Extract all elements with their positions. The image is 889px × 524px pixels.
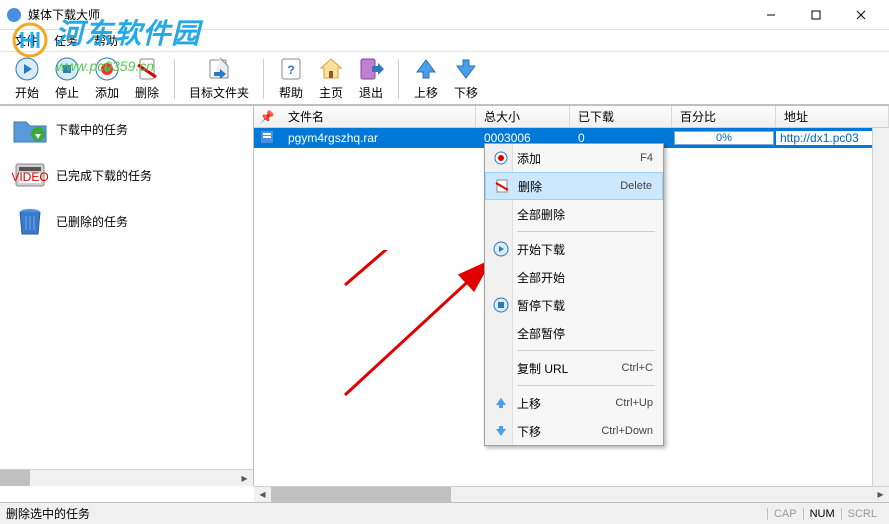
status-text: 删除选中的任务 [6, 505, 90, 522]
titlebar: 媒体下载大师 [0, 0, 889, 30]
stop-icon [489, 295, 513, 315]
cm-start-all[interactable]: 全部开始 [485, 263, 663, 291]
up-icon [489, 393, 513, 413]
cm-delete[interactable]: 删除 Delete [485, 172, 663, 200]
col-percent[interactable]: 百分比 [672, 106, 776, 127]
status-num: NUM [803, 508, 841, 520]
content-scrollbar[interactable]: ◂ ▸ [254, 486, 889, 503]
down-icon [489, 421, 513, 441]
sidebar-scrollbar[interactable]: ▸ [0, 469, 253, 486]
cell-percent: 0% [672, 131, 776, 145]
close-button[interactable] [838, 0, 883, 30]
sidebar-item-completed[interactable]: VIDEO 已完成下载的任务 [0, 152, 253, 198]
cm-add[interactable]: 添加 F4 [485, 144, 663, 172]
window-title: 媒体下载大师 [28, 6, 748, 23]
menubar: 文件 任务 帮助 [0, 30, 889, 52]
sidebar-item-label: 已完成下载的任务 [56, 167, 152, 184]
row-icon [254, 130, 280, 147]
start-button[interactable]: 开始 [10, 54, 44, 103]
menu-task[interactable]: 任务 [46, 30, 86, 51]
svg-text:?: ? [287, 63, 294, 77]
column-header: 📌 文件名 总大小 已下载 百分比 地址 [254, 106, 889, 128]
sidebar-item-downloading[interactable]: 下载中的任务 [0, 106, 253, 152]
home-button[interactable]: 主页 [314, 54, 348, 103]
cm-start-download[interactable]: 开始下载 [485, 235, 663, 263]
status-cap: CAP [767, 508, 803, 520]
play-icon [489, 239, 513, 259]
minimize-button[interactable] [748, 0, 793, 30]
vertical-scrollbar[interactable] [872, 128, 889, 486]
help-button[interactable]: ? 帮助 [274, 54, 308, 103]
col-totalsize[interactable]: 总大小 [476, 106, 570, 127]
stop-button[interactable]: 停止 [50, 54, 84, 103]
sidebar-item-label: 下载中的任务 [56, 121, 128, 138]
move-down-button[interactable]: 下移 [449, 54, 483, 103]
target-folder-button[interactable]: 目标文件夹 [185, 54, 253, 103]
add-icon [489, 148, 513, 168]
context-menu: 添加 F4 删除 Delete 全部删除 开始下载 全部开始 暂停下载 全部暂停… [484, 143, 664, 446]
pin-icon[interactable]: 📌 [254, 110, 280, 124]
app-icon [6, 7, 22, 23]
statusbar: 删除选中的任务 CAP NUM SCRL [0, 502, 889, 524]
exit-button[interactable]: 退出 [354, 54, 388, 103]
move-up-button[interactable]: 上移 [409, 54, 443, 103]
cm-copy-url[interactable]: 复制 URL Ctrl+C [485, 354, 663, 382]
cm-move-up[interactable]: 上移 Ctrl+Up [485, 389, 663, 417]
cm-pause-download[interactable]: 暂停下载 [485, 291, 663, 319]
maximize-button[interactable] [793, 0, 838, 30]
col-downloaded[interactable]: 已下载 [570, 106, 672, 127]
delete-button[interactable]: 删除 [130, 54, 164, 103]
cell-filename: pgym4rgszhq.rar [280, 131, 476, 145]
menu-help[interactable]: 帮助 [86, 30, 126, 51]
cm-move-down[interactable]: 下移 Ctrl+Down [485, 417, 663, 445]
cm-pause-all[interactable]: 全部暂停 [485, 319, 663, 347]
menu-file[interactable]: 文件 [6, 30, 46, 51]
svg-text:VIDEO: VIDEO [12, 170, 48, 184]
col-filename[interactable]: 文件名 [280, 106, 476, 127]
toolbar: 开始 停止 添加 删除 目标文件夹 ? 帮助 主页 退出 上移 下移 [0, 52, 889, 106]
sidebar: 下载中的任务 VIDEO 已完成下载的任务 已删除的任务 ▸ [0, 106, 254, 486]
delete-icon [490, 176, 514, 196]
cm-delete-all[interactable]: 全部删除 [485, 200, 663, 228]
sidebar-item-deleted[interactable]: 已删除的任务 [0, 198, 253, 244]
add-button[interactable]: 添加 [90, 54, 124, 103]
sidebar-item-label: 已删除的任务 [56, 213, 128, 230]
status-scrl: SCRL [841, 508, 883, 520]
col-address[interactable]: 地址 [776, 106, 889, 127]
progress-bar: 0% [674, 131, 774, 145]
